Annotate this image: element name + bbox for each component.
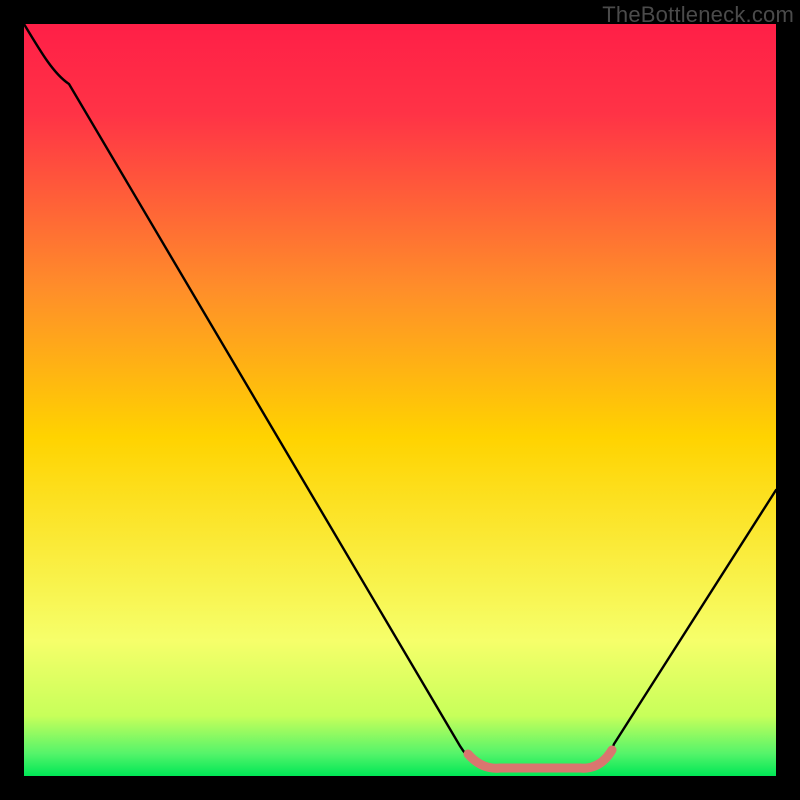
watermark-text: TheBottleneck.com [602,2,794,28]
chart-frame [24,24,776,776]
bottleneck-plot [24,24,776,776]
gradient-background [24,24,776,776]
